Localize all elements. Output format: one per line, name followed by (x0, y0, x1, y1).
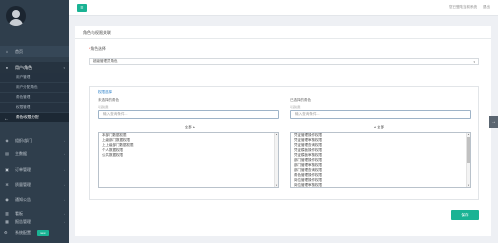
selected-title: 已选择的角色 (290, 98, 311, 102)
top-bar: ≡ 您已登陆当前系统 退出 (69, 0, 498, 16)
scroll-up-icon[interactable]: ▴ (275, 133, 278, 136)
selected-listbox[interactable]: 凭证管理操作权限 凭证管理审核权限 凭证管理查询权限 凭证模板操作权限 凭证模板… (290, 132, 471, 188)
org-icon: ◈ (5, 138, 9, 143)
sidebar-item-label: 系统配置 (15, 229, 31, 235)
sidebar-item-orders[interactable]: ▣ 订单管理 ‹ (0, 164, 69, 175)
chevron-left-icon: ‹ (64, 219, 65, 224)
chevron-left-icon: ‹ (64, 138, 65, 143)
save-button[interactable]: 保存 (451, 210, 479, 220)
arrow-left-icon[interactable]: ← (4, 116, 9, 122)
selected-subtitle: 可选权限 (290, 106, 301, 109)
user-avatar[interactable] (6, 6, 26, 26)
role-label-text: 角色选择 (90, 47, 106, 51)
order-icon: ▣ (5, 167, 9, 172)
scroll-down-icon[interactable]: ▾ (467, 184, 470, 187)
arrow-right-icon: → (491, 119, 496, 125)
scrollbar-thumb[interactable] (467, 137, 470, 163)
database-icon: ▤ (5, 151, 9, 156)
scroll-up-icon[interactable]: ▴ (467, 133, 470, 136)
home-icon: ⌂ (5, 49, 9, 54)
sidebar-subitem-permission-manage[interactable]: 权限管理 (0, 103, 69, 112)
chevron-left-icon: ‹ (64, 211, 65, 216)
sidebar-item-label: 通知公告 (15, 196, 31, 202)
role-select[interactable]: 超级管理员角色 ▾ (89, 58, 479, 65)
sidebar-item-label: 报告管理 (15, 218, 31, 224)
sidebar-item-notice[interactable]: ◉ 通知公告 ‹ (0, 194, 69, 205)
sidebar: ⌂ 首页 ● 用户/角色 ▾ 用户管理 用户分配角色 角色管理 权限管理 角色/… (0, 0, 69, 243)
sidebar-item-reports[interactable]: ▦ 报告管理 ‹ (0, 216, 69, 227)
scrollbar[interactable]: ▴ ▾ (274, 133, 278, 187)
caret-down-icon: ▾ (473, 59, 475, 64)
scroll-down-icon[interactable]: ▾ (275, 184, 278, 187)
chevron-left-icon: ‹ (64, 151, 65, 156)
chevron-down-icon: ▾ (63, 65, 65, 70)
login-status-text: 您已登陆当前系统 (449, 5, 477, 9)
permission-label: 权限选择 (98, 90, 112, 94)
sidebar-item-label: 组织/部门 (15, 137, 33, 143)
divider (75, 38, 491, 39)
bell-icon: ◉ (5, 197, 9, 202)
sidebar-item-label: 主数据 (15, 150, 27, 156)
unselected-listbox[interactable]: 本部门数据权限 上级部门数据权限 上上级部门数据权限 个人数据权限 公共数据权限… (98, 132, 279, 188)
role-permission-panel: 角色与权限关联 *角色选择 超级管理员角色 ▾ 权限选择 未选择的角色 可选权限… (75, 26, 491, 236)
role-select-value: 超级管理员角色 (93, 59, 118, 63)
sidebar-item-master-data[interactable]: ▤ 主数据 ‹ (0, 148, 69, 159)
move-all-left-button[interactable]: ◂ 全部 (374, 125, 384, 129)
sidebar-item-label: 订单管理 (15, 166, 31, 172)
role-select-label: *角色选择 (89, 47, 106, 52)
right-filter-input[interactable]: 输入查询条件... (290, 110, 471, 119)
sidebar-item-user-manage[interactable]: ● 用户/角色 ▾ (0, 62, 69, 73)
sidebar-subitem-user-role[interactable]: 用户分配角色 (0, 83, 69, 92)
gear-icon: ✲ (5, 182, 9, 187)
unselected-subtitle: 可选权限 (98, 106, 109, 109)
list-item[interactable]: 岗位管理审核权限 (291, 183, 470, 187)
new-badge: new (37, 229, 49, 236)
sidebar-item-label: 首页 (15, 48, 23, 54)
permission-dual-listbox: 权限选择 未选择的角色 可选权限 输入查询条件... 全部 ▸ 本部门数据权限 … (89, 86, 479, 200)
chevron-left-icon: ‹ (64, 182, 65, 187)
sidebar-item-label: 质量管理 (15, 181, 31, 187)
top-right-links: 您已登陆当前系统 退出 (449, 5, 490, 10)
sidebar-user-caption (5, 30, 65, 38)
right-panel-toggle[interactable]: → (489, 116, 498, 128)
report-icon: ▦ (5, 219, 9, 224)
sidebar-item-org[interactable]: ◈ 组织/部门 ‹ (0, 135, 69, 146)
sidebar-subitem-user-manage[interactable]: 用户管理 (0, 73, 69, 82)
sidebar-subitem-role-permission[interactable]: 角色/权限分配 (0, 113, 69, 122)
sidebar-item-system[interactable]: ⚙ 系统配置 new (0, 227, 69, 238)
unselected-title: 未选择的角色 (98, 98, 119, 102)
save-button-label: 保存 (461, 212, 469, 217)
scrollbar[interactable]: ▴ ▾ (466, 133, 470, 187)
menu-toggle-button[interactable]: ≡ (77, 4, 87, 12)
menu-icon: ≡ (80, 5, 84, 11)
move-all-right-button[interactable]: 全部 ▸ (185, 125, 195, 129)
logout-link[interactable]: 退出 (483, 5, 490, 10)
chevron-left-icon: ‹ (64, 167, 65, 172)
settings-icon: ⚙ (4, 230, 8, 235)
sidebar-item-label: 用户/角色 (15, 64, 33, 70)
left-filter-input[interactable]: 输入查询条件... (98, 110, 279, 119)
list-item[interactable]: 公共数据权限 (99, 153, 278, 158)
user-icon: ● (5, 65, 9, 70)
sidebar-item-quality[interactable]: ✲ 质量管理 ‹ (0, 179, 69, 190)
chevron-left-icon: ‹ (64, 197, 65, 202)
page-title: 角色与权限关联 (83, 30, 111, 35)
sidebar-subitem-role-manage[interactable]: 角色管理 (0, 93, 69, 102)
sidebar-item-home[interactable]: ⌂ 首页 (0, 46, 69, 57)
